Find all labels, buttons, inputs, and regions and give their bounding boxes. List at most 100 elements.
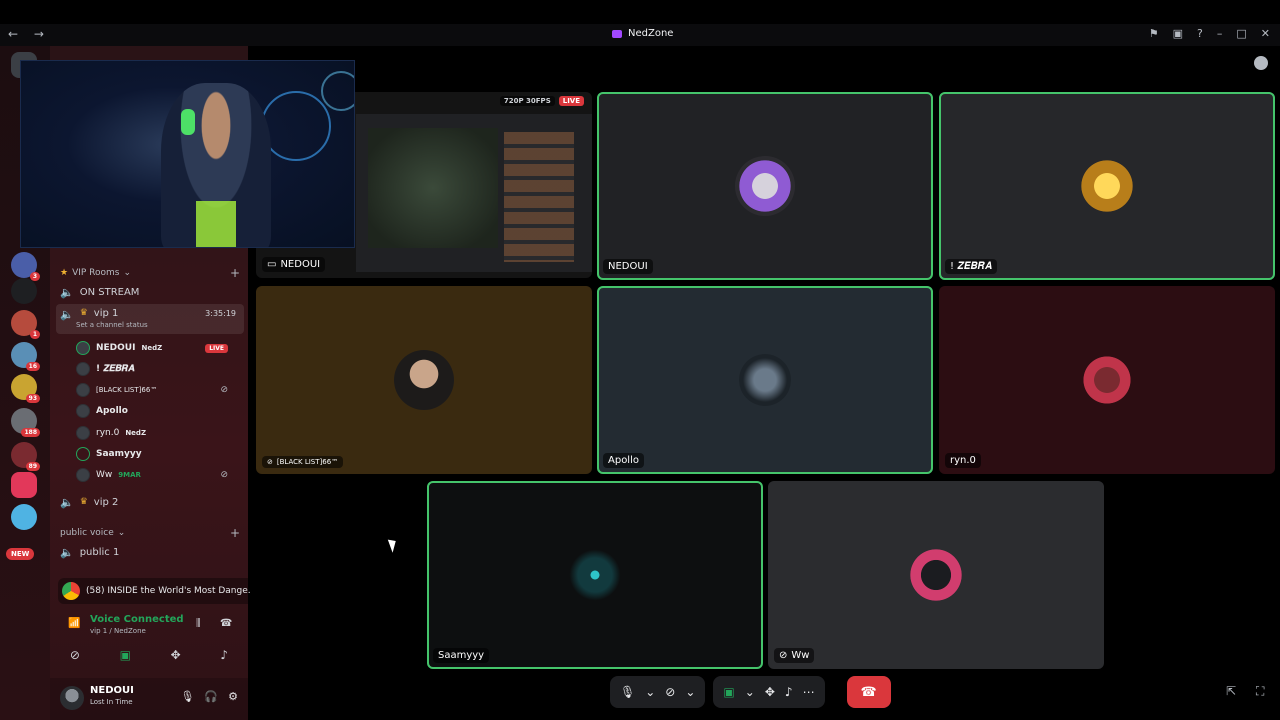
kick-server-icon[interactable] bbox=[11, 472, 37, 498]
camera-off-icon[interactable]: ⊘ bbox=[70, 648, 80, 662]
member-tag: NedZ bbox=[141, 344, 163, 352]
avatar bbox=[1077, 156, 1137, 216]
speaker-icon: 🔈 bbox=[60, 308, 74, 321]
activities-icon[interactable]: ✥ bbox=[765, 685, 775, 699]
server-icon[interactable]: 1 bbox=[11, 310, 40, 339]
headphones-icon[interactable]: 🎧 bbox=[204, 690, 218, 703]
avatar[interactable] bbox=[60, 686, 84, 710]
member-row[interactable]: [BLACK LIST]66™ ⊘ bbox=[76, 381, 238, 399]
participant-tile[interactable]: Apollo bbox=[597, 286, 933, 474]
soundboard-icon[interactable]: ♪ bbox=[220, 648, 228, 662]
gear-icon[interactable]: ⚙ bbox=[228, 690, 238, 703]
signal-icon: 📶 bbox=[68, 618, 81, 629]
crown-icon: ♛ bbox=[79, 497, 88, 507]
tile-name: [BLACK LIST]66™ bbox=[276, 458, 339, 466]
member-row[interactable]: Saamyyy bbox=[76, 445, 238, 463]
close-icon[interactable]: ✕ bbox=[1261, 27, 1270, 40]
window-title: NedZone bbox=[612, 28, 673, 39]
minimize-icon[interactable]: – bbox=[1217, 27, 1223, 40]
screen-share-icon[interactable]: ▣ bbox=[120, 648, 131, 662]
voice-stage: 720P 30FPS LIVE ▭ NEDOUI NEDOUI ! 𝒁𝑬𝑩𝑹𝑨 … bbox=[250, 46, 1280, 674]
voice-channel[interactable]: vip 1 / NedZone bbox=[90, 627, 146, 635]
server-badge: 188 bbox=[21, 428, 40, 437]
add-channel-icon[interactable]: + bbox=[230, 526, 240, 540]
avatar bbox=[739, 354, 791, 406]
speaker-icon: 🔈 bbox=[60, 545, 74, 559]
soundboard-icon[interactable]: ♪ bbox=[785, 685, 793, 699]
participant-tile[interactable]: ! 𝒁𝑬𝑩𝑹𝑨 bbox=[939, 92, 1275, 280]
channel-vip-2[interactable]: 🔈 ♛ vip 2 bbox=[56, 492, 244, 512]
neon-light bbox=[261, 91, 331, 161]
member-name: ryn.0 bbox=[96, 428, 120, 438]
channel-vip-1[interactable]: 🔈 ♛ vip 1 3:35:19 Set a channel status bbox=[56, 304, 244, 334]
chevron-down-icon[interactable]: ⌄ bbox=[685, 685, 695, 699]
chevron-down-icon[interactable]: ⌄ bbox=[745, 685, 755, 699]
participant-tile[interactable]: NEDOUI bbox=[597, 92, 933, 280]
microphone-icon[interactable]: 🎙 bbox=[180, 690, 194, 703]
flag-icon[interactable]: ⚑ bbox=[1149, 27, 1159, 40]
activity-controls[interactable]: ▣ ⌄ ✥ ♪ ⋯ bbox=[713, 676, 825, 708]
inbox-icon[interactable]: ▣ bbox=[1173, 27, 1183, 40]
category-label: public voice bbox=[60, 528, 114, 538]
member-row[interactable]: NEDOUI NedZ LIVE bbox=[76, 339, 238, 357]
more-options-icon[interactable]: ⋯ bbox=[803, 685, 815, 699]
disconnect-icon[interactable]: ☎ bbox=[220, 618, 232, 629]
chat-icon[interactable] bbox=[1254, 56, 1268, 70]
member-row[interactable]: ! 𝒁𝑬𝑩𝑹𝑨 bbox=[76, 360, 238, 378]
server-icon[interactable]: 89 bbox=[11, 442, 40, 471]
star-icon: ★ bbox=[60, 268, 69, 278]
channel-public-1[interactable]: 🔈 public 1 bbox=[56, 542, 244, 562]
server-icon[interactable]: 188 bbox=[11, 408, 40, 437]
microphone-icon[interactable]: 🎙 bbox=[620, 685, 635, 699]
member-name: [BLACK LIST]66™ bbox=[96, 386, 158, 394]
channel-label: ON STREAM bbox=[79, 286, 140, 298]
server-icon[interactable]: 3 bbox=[11, 252, 40, 281]
neon-light bbox=[321, 71, 354, 111]
server-icon[interactable]: 16 bbox=[11, 342, 40, 371]
voice-status: Voice Connected bbox=[90, 614, 184, 625]
nedzone-logo-icon bbox=[612, 29, 622, 38]
noise-suppression-icon[interactable]: ⫼ bbox=[196, 618, 201, 629]
member-tag: 9MAR bbox=[118, 471, 141, 479]
participant-tile[interactable]: Saamyyy bbox=[427, 481, 763, 669]
back-forward-arrows[interactable]: ← → bbox=[8, 27, 50, 41]
member-name: NEDOUI bbox=[96, 343, 136, 353]
camera-off-icon[interactable]: ⊘ bbox=[665, 685, 675, 699]
window-title-text: NedZone bbox=[628, 28, 674, 39]
mic-control[interactable]: 🎙 ⌄ ⊘ ⌄ bbox=[610, 676, 706, 708]
member-row[interactable]: Ww 9MAR ⊘ bbox=[76, 466, 238, 484]
user-name: NEDOUI bbox=[90, 685, 134, 696]
server-icon[interactable] bbox=[11, 278, 37, 304]
server-icon[interactable] bbox=[11, 504, 37, 530]
screen-share-icon[interactable]: ▣ bbox=[723, 685, 734, 699]
participant-tile[interactable]: ryn.0 bbox=[939, 286, 1275, 474]
discord-window: ← → NedZone ⚑ ▣ ? – □ ✕ 3 1 16 93 188 89… bbox=[0, 0, 1280, 720]
voice-actions: ⊘ ▣ ✥ ♪ bbox=[50, 648, 248, 662]
tile-name: Apollo bbox=[608, 455, 639, 466]
channel-on-stream[interactable]: 🔈 ON STREAM bbox=[56, 282, 244, 302]
new-badge: NEW bbox=[6, 548, 35, 560]
category-public-voice[interactable]: public voice ⌄ + bbox=[60, 526, 240, 540]
category-vip-rooms[interactable]: ★ VIP Rooms ⌄ + bbox=[60, 266, 240, 280]
participant-tile[interactable]: ⊘ [BLACK LIST]66™ bbox=[256, 286, 592, 474]
tile-name: NEDOUI bbox=[280, 259, 321, 270]
member-row[interactable]: Apollo bbox=[76, 402, 238, 420]
channel-status[interactable]: Set a channel status bbox=[76, 321, 148, 329]
server-icon[interactable]: 93 bbox=[11, 374, 40, 403]
add-channel-icon[interactable]: + bbox=[230, 266, 240, 280]
activities-icon[interactable]: ✥ bbox=[171, 648, 181, 662]
chevron-down-icon[interactable]: ⌄ bbox=[645, 685, 655, 699]
popout-icon[interactable]: ⇱ bbox=[1226, 684, 1236, 698]
screen-icon: ▭ bbox=[267, 259, 277, 270]
disconnect-button[interactable]: ☎ bbox=[846, 676, 891, 708]
member-row[interactable]: ryn.0 NedZ bbox=[76, 424, 238, 442]
fullscreen-icon[interactable]: ⛶ bbox=[1256, 684, 1264, 699]
tile-name: ryn.0 bbox=[950, 455, 976, 466]
maximize-icon[interactable]: □ bbox=[1236, 27, 1246, 40]
stream-sidebar-preview bbox=[504, 132, 574, 262]
server-badge: 16 bbox=[25, 362, 40, 371]
help-icon[interactable]: ? bbox=[1197, 27, 1203, 40]
avatar bbox=[76, 362, 90, 376]
participant-tile[interactable]: ⊘ Ww bbox=[768, 481, 1104, 669]
voice-panel: 📶 Voice Connected vip 1 / NedZone ⫼ ☎ ⊘ … bbox=[50, 610, 248, 678]
